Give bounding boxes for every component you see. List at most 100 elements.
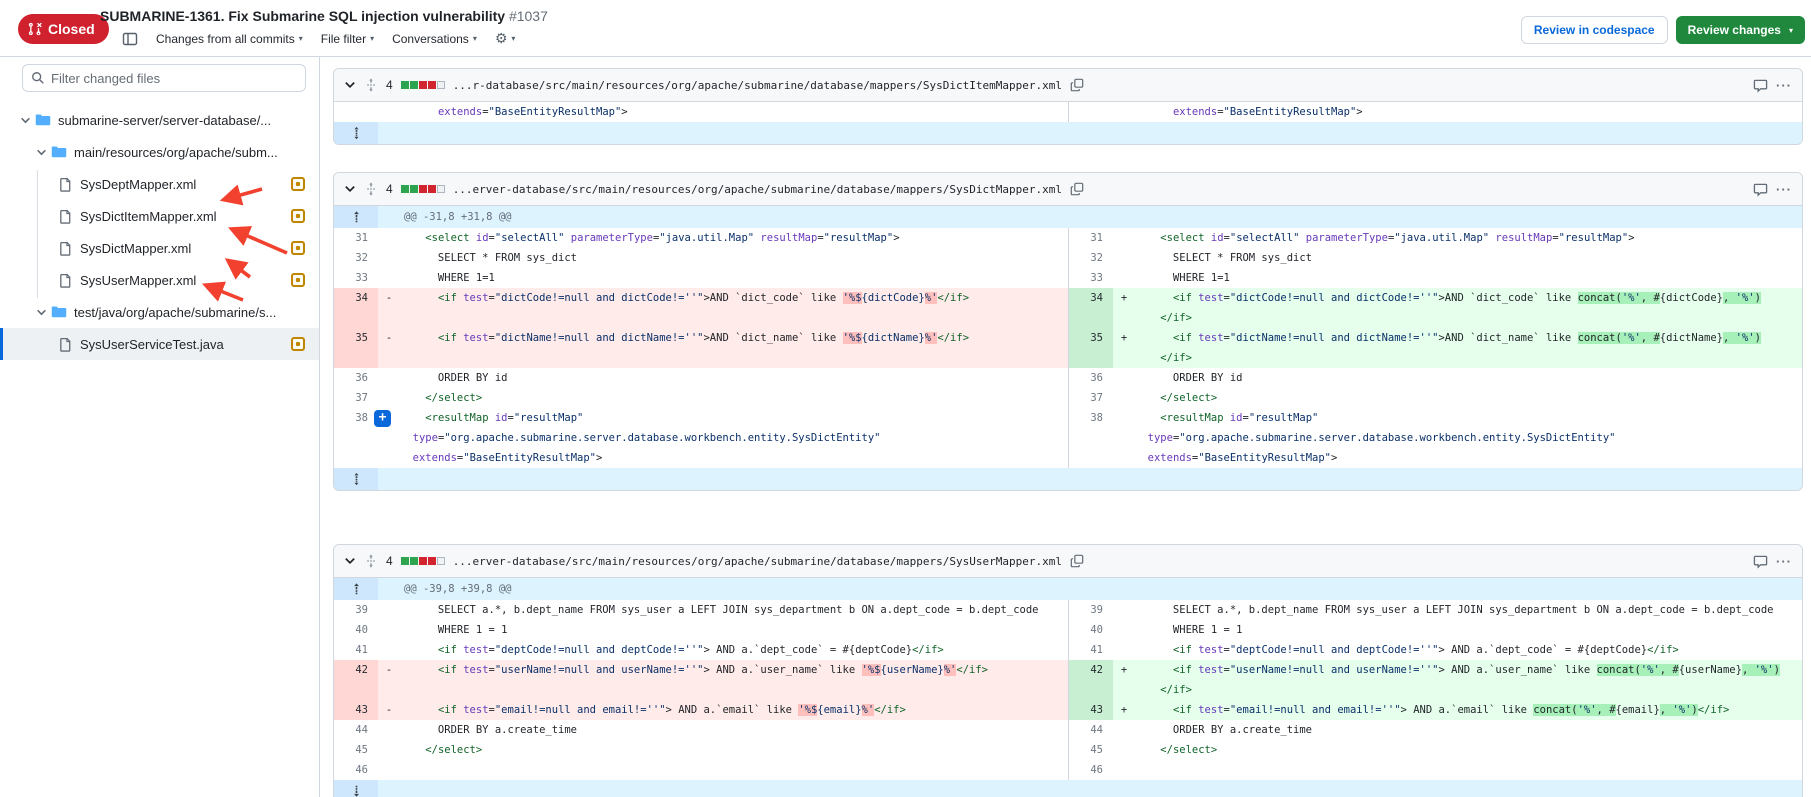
line-number[interactable]: 46 [1069,760,1113,780]
diff-cell: 44 ORDER BY a.create_time [334,720,1068,740]
comments-button[interactable] [1753,78,1768,93]
copy-path-button[interactable] [1070,554,1084,568]
code-line: <if test="deptCode!=null and deptCode!='… [400,640,1068,660]
diff-marker [378,600,400,620]
diff-marker [378,740,400,760]
line-number[interactable]: 34 [1069,288,1113,328]
expand-diff-button[interactable] [334,122,378,144]
line-number[interactable]: 40 [1069,620,1113,640]
copy-path-button[interactable] [1070,78,1084,92]
changes-from-dropdown[interactable]: Changes from all commits ▾ [156,32,303,46]
code-line: WHERE 1 = 1 [400,620,1068,640]
file-options-button[interactable]: ··· [1776,78,1792,93]
diff-marker [378,388,400,408]
line-number[interactable]: 42 [1069,660,1113,700]
line-number[interactable]: 40 [334,620,378,640]
diff-marker: + [1113,288,1135,328]
diff-marker [1113,268,1135,288]
diff-row: 37 </select> 37 </select> [334,388,1802,408]
line-number[interactable]: 39 [1069,600,1113,620]
drag-handle-icon[interactable] [364,182,378,196]
tree-folder-main-resources-org-apache-subm-[interactable]: main/resources/org/apache/subm... [0,136,319,168]
line-number[interactable]: 33 [334,268,378,288]
diff-cell: 35 + <if test="dictName!=null and dictNa… [1068,328,1802,368]
modified-file-icon [291,209,305,223]
line-number[interactable]: 45 [1069,740,1113,760]
line-number[interactable]: 41 [334,640,378,660]
expand-diff-button[interactable] [334,780,378,797]
tree-file-sysdictmapper-xml[interactable]: SysDictMapper.xml [0,232,319,264]
diff-cell: 33 WHERE 1=1 [1068,268,1802,288]
diff-marker [1113,600,1135,620]
expand-hunk-button[interactable] [334,206,378,228]
line-number[interactable]: 31 [334,228,378,248]
diff-row: 34 - <if test="dictCode!=null and dictCo… [334,288,1802,328]
comments-button[interactable] [1753,554,1768,569]
diff-marker [1113,248,1135,268]
diff-cell: 32 SELECT * FROM sys_dict [334,248,1068,268]
sidebar-toggle-icon[interactable] [122,31,138,47]
conversations-dropdown[interactable]: Conversations ▾ [392,32,477,46]
file-diff-panel: 4 ...erver-database/src/main/resources/o… [333,544,1803,797]
line-number[interactable]: 43 [1069,700,1113,720]
file-filter-dropdown[interactable]: File filter ▾ [321,32,374,46]
file-icon [58,177,73,192]
review-changes-button[interactable]: Review changes ▾ [1676,16,1805,44]
diff-cell: 38+ <resultMap id="resultMap" type="org.… [334,408,1068,468]
line-number[interactable]: 36 [1069,368,1113,388]
tree-file-sysuserservicetest-java[interactable]: SysUserServiceTest.java [0,328,319,360]
line-number[interactable]: 45 [334,740,378,760]
line-number[interactable] [334,102,378,122]
file-diff-panel: 4 ...r-database/src/main/resources/org/a… [333,68,1803,145]
pr-title: SUBMARINE-1361. Fix Submarine SQL inject… [100,8,548,24]
line-number[interactable]: 46 [334,760,378,780]
line-number[interactable]: 37 [1069,388,1113,408]
tree-file-sysusermapper-xml[interactable]: SysUserMapper.xml [0,264,319,296]
tree-folder-submarine-server-server-database-[interactable]: submarine-server/server-database/... [0,104,319,136]
line-number[interactable]: 34 [334,288,378,328]
line-number[interactable]: 38 [1069,408,1113,468]
collapse-file-chevron-icon[interactable] [344,555,356,567]
comments-button[interactable] [1753,182,1768,197]
line-number[interactable]: 44 [334,720,378,740]
line-number[interactable]: 32 [334,248,378,268]
line-number[interactable]: 42 [334,660,378,700]
code-line: </select> [400,388,1068,408]
hunk-header: @@ -31,8 +31,8 @@ [334,206,1802,228]
diff-cell: 34 + <if test="dictCode!=null and dictCo… [1068,288,1802,328]
line-number[interactable]: 33 [1069,268,1113,288]
review-in-codespace-button[interactable]: Review in codespace [1521,16,1668,44]
line-number[interactable]: 43 [334,700,378,720]
drag-handle-icon[interactable] [364,78,378,92]
file-options-button[interactable]: ··· [1776,182,1792,197]
line-number[interactable]: 36 [334,368,378,388]
file-options-button[interactable]: ··· [1776,554,1792,569]
code-line: ORDER BY id [1135,368,1802,388]
line-number[interactable] [1069,102,1113,122]
line-number[interactable]: 32 [1069,248,1113,268]
tree-file-sysdictitemmapper-xml[interactable]: SysDictItemMapper.xml [0,200,319,232]
line-number[interactable]: 44 [1069,720,1113,740]
line-number[interactable]: 37 [334,388,378,408]
line-number[interactable]: 38+ [334,408,378,468]
line-number[interactable]: 35 [1069,328,1113,368]
line-number[interactable]: 31 [1069,228,1113,248]
tree-folder-test-java-org-apache-submarine-s-[interactable]: test/java/org/apache/submarine/s... [0,296,319,328]
copy-path-button[interactable] [1070,182,1084,196]
diff-cell: 35 - <if test="dictName!=null and dictNa… [334,328,1068,368]
collapse-file-chevron-icon[interactable] [344,183,356,195]
expand-diff-button[interactable] [334,468,378,490]
expand-hunk-button[interactable] [334,578,378,600]
tree-file-sysdeptmapper-xml[interactable]: SysDeptMapper.xml [0,168,319,200]
diff-settings-dropdown[interactable]: ⚙ ▾ [495,30,516,47]
expand-bar [334,122,1802,144]
line-number[interactable]: 41 [1069,640,1113,660]
collapse-file-chevron-icon[interactable] [344,79,356,91]
add-comment-button[interactable]: + [374,410,391,427]
file-filter-input[interactable]: Filter changed files [22,64,306,92]
line-number[interactable]: 35 [334,328,378,368]
code-line: </if> [1135,348,1802,368]
line-number[interactable]: 39 [334,600,378,620]
diff-cell: extends="BaseEntityResultMap"> [1068,102,1802,122]
drag-handle-icon[interactable] [364,554,378,568]
